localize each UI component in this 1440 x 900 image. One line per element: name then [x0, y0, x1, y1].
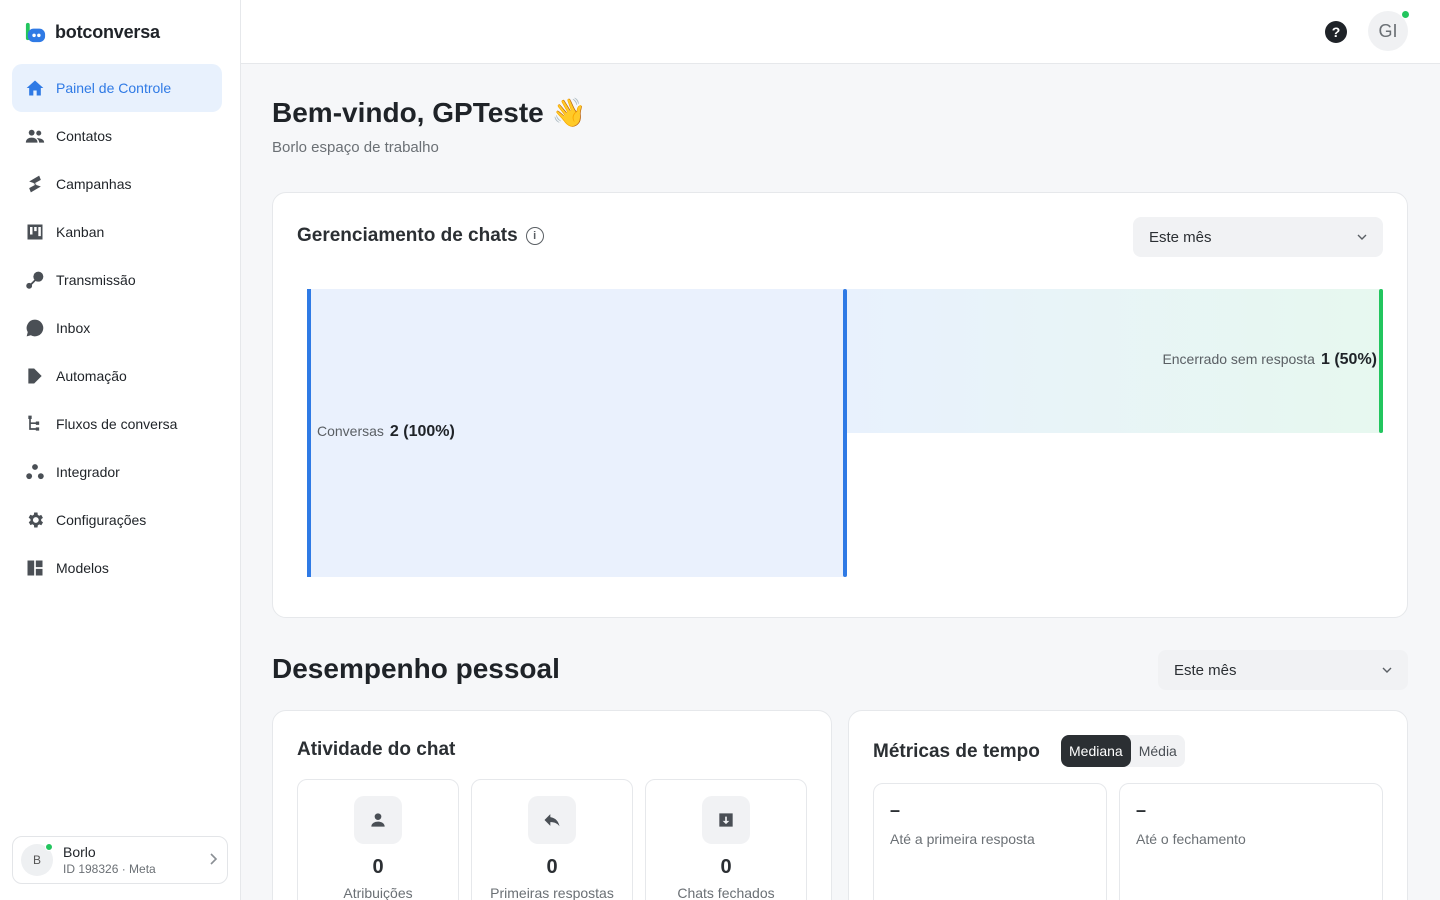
stat-label: Chats fechados	[677, 885, 775, 900]
sidebar-item-configuracoes[interactable]: Configurações	[12, 496, 222, 544]
flow-icon	[24, 413, 46, 435]
gear-icon	[24, 509, 46, 531]
sidebar-item-label: Painel de Controle	[56, 80, 172, 96]
metric-value: –	[890, 800, 901, 820]
logo-text: botconversa	[55, 21, 160, 42]
chat-management-card: Gerenciamento de chats i Este mês Conver…	[272, 192, 1408, 618]
sidebar-item-integrador[interactable]: Integrador	[12, 448, 222, 496]
sidebar-item-label: Kanban	[56, 224, 105, 240]
sidebar-item-label: Modelos	[56, 560, 109, 576]
performance-title: Desempenho pessoal	[272, 653, 560, 684]
chat-activity-title: Atividade do chat	[297, 739, 456, 760]
funnel-end-marker	[1379, 289, 1383, 433]
stat-label: Primeiras respostas	[490, 885, 614, 900]
chat-bubble-icon	[24, 317, 46, 339]
chat-management-title-text: Gerenciamento de chats	[297, 225, 518, 246]
sidebar-item-kanban[interactable]: Kanban	[12, 208, 222, 256]
chat-activity-card: Atividade do chat 0 Atribuições 0 Primei…	[272, 710, 832, 900]
user-initials: GI	[1378, 20, 1398, 41]
metric-label: Até o fechamento	[1136, 831, 1246, 847]
home-icon	[24, 77, 46, 99]
workspace-subtitle: Borlo espaço de trabalho	[272, 139, 439, 156]
metric-label: Até a primeira resposta	[890, 831, 1035, 847]
sidebar-item-label: Transmissão	[56, 272, 136, 288]
metric-first-response: – Até a primeira resposta	[873, 783, 1107, 900]
sidebar-item-modelos[interactable]: Modelos	[12, 544, 222, 592]
sidebar-nav: Painel de Controle Contatos Campanhas Ka…	[12, 64, 222, 592]
stat-assignments: 0 Atribuições	[297, 779, 459, 900]
chevron-down-icon	[1382, 667, 1392, 673]
time-metrics-card: Métricas de tempo Mediana Média – Até a …	[848, 710, 1408, 900]
sidebar-item-automacao[interactable]: Automação	[12, 352, 222, 400]
metric-time-to-close: – Até o fechamento	[1119, 783, 1383, 900]
person-icon	[354, 796, 402, 844]
stat-value: 0	[372, 856, 384, 878]
stat-label: Atribuições	[343, 885, 413, 900]
chevron-down-icon	[1357, 234, 1367, 240]
sidebar-item-label: Integrador	[56, 464, 120, 480]
sidebar-item-label: Automação	[56, 368, 127, 384]
chats-period-value: Este mês	[1149, 228, 1212, 246]
sidebar-item-label: Fluxos de conversa	[56, 416, 178, 432]
metric-mode-toggle: Mediana Média	[1061, 735, 1185, 767]
integration-icon	[24, 461, 46, 483]
sidebar-item-label: Campanhas	[56, 176, 132, 192]
help-icon[interactable]: ?	[1325, 21, 1347, 43]
sidebar-item-label: Inbox	[56, 320, 91, 336]
sidebar-item-contatos[interactable]: Contatos	[12, 112, 222, 160]
workspace-switcher[interactable]: B Borlo ID 198326 · Meta	[12, 836, 228, 884]
chat-funnel: Conversas 2 (100%) Encerrado sem respost…	[307, 289, 1385, 577]
time-metrics-title: Métricas de tempo	[873, 741, 1040, 762]
chats-period-select[interactable]: Este mês	[1133, 217, 1383, 257]
funnel-closed-value: 1 (50%)	[1320, 351, 1377, 368]
sidebar-item-campanhas[interactable]: Campanhas	[12, 160, 222, 208]
chat-management-title: Gerenciamento de chats i	[297, 225, 544, 247]
funnel-conversations-value: 2 (100%)	[389, 423, 455, 440]
toggle-average[interactable]: Média	[1131, 735, 1185, 767]
sidebar-item-fluxos[interactable]: Fluxos de conversa	[12, 400, 222, 448]
sidebar-item-transmissao[interactable]: Transmissão	[12, 256, 222, 304]
performance-period-value: Este mês	[1174, 661, 1237, 679]
templates-icon	[24, 557, 46, 579]
online-status-dot	[45, 843, 53, 851]
funnel-label-closed: Encerrado sem resposta 1 (50%)	[1162, 351, 1377, 369]
campaign-icon	[24, 173, 46, 195]
broadcast-icon	[24, 269, 46, 291]
stat-value: 0	[720, 856, 732, 878]
online-status-dot	[1401, 10, 1410, 19]
funnel-closed-label: Encerrado sem resposta	[1162, 351, 1315, 367]
archive-icon	[702, 796, 750, 844]
stat-value: 0	[546, 856, 558, 878]
workspace-initial: B	[32, 853, 41, 867]
workspace-info: Borlo ID 198326 · Meta	[63, 844, 156, 876]
funnel-conversations-label: Conversas	[317, 423, 384, 439]
user-avatar[interactable]: GI	[1368, 10, 1410, 51]
users-icon	[24, 125, 46, 147]
reply-icon	[528, 796, 576, 844]
stat-first-replies: 0 Primeiras respostas	[471, 779, 633, 900]
metric-value: –	[1136, 800, 1147, 820]
automation-icon	[24, 365, 46, 387]
workspace-id: ID 198326 · Meta	[63, 862, 156, 876]
page-title: Bem-vindo, GPTeste 👋	[272, 97, 587, 128]
sidebar: botconversa Painel de Controle Contatos …	[0, 0, 241, 900]
sidebar-item-label: Configurações	[56, 512, 147, 528]
sidebar-item-label: Contatos	[56, 128, 113, 144]
top-bar: ? GI	[241, 0, 1440, 64]
funnel-label-conversations: Conversas 2 (100%)	[317, 423, 455, 441]
chevron-right-icon	[209, 852, 219, 868]
performance-period-select[interactable]: Este mês	[1158, 650, 1408, 690]
workspace-name: Borlo	[63, 844, 96, 860]
stat-closed-chats: 0 Chats fechados	[645, 779, 807, 900]
kanban-icon	[24, 221, 46, 243]
sidebar-item-painel[interactable]: Painel de Controle	[12, 64, 222, 112]
toggle-median[interactable]: Mediana	[1061, 735, 1131, 767]
info-icon[interactable]: i	[525, 227, 544, 245]
logo-icon	[24, 21, 47, 44]
workspace-avatar: B	[21, 843, 53, 876]
sidebar-item-inbox[interactable]: Inbox	[12, 304, 222, 352]
logo[interactable]: botconversa	[24, 20, 160, 44]
